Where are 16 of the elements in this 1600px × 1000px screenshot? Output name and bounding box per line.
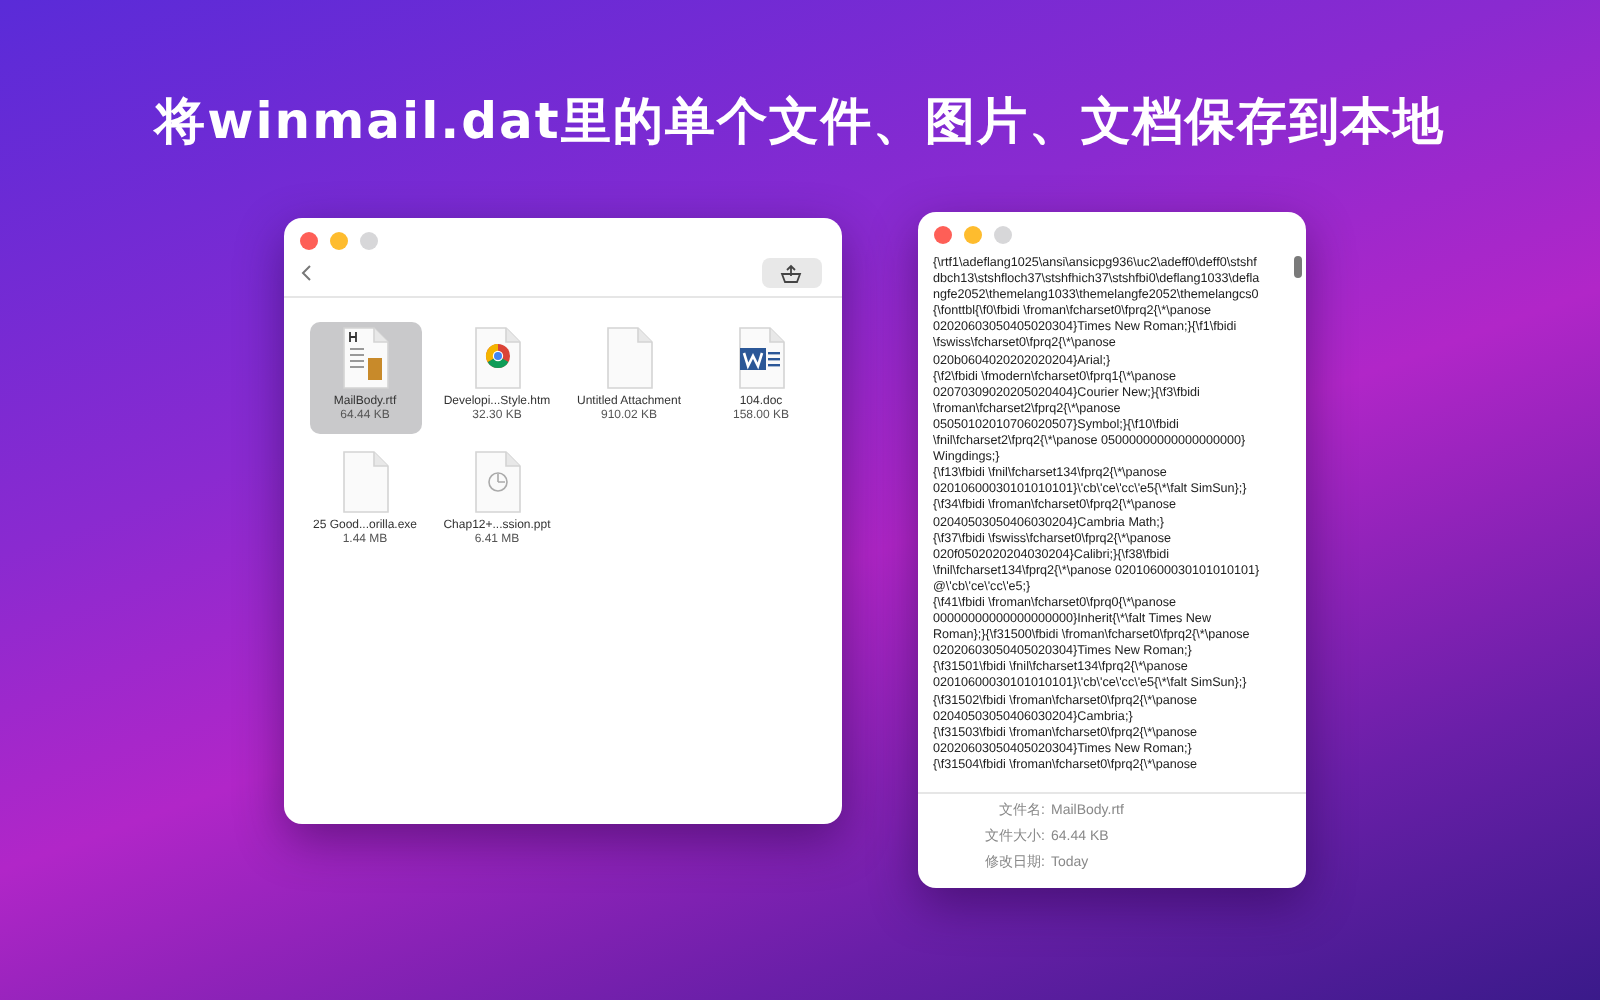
blank-file-icon (341, 450, 389, 514)
scrollbar-thumb[interactable] (1293, 256, 1301, 278)
word-file-icon (737, 326, 785, 390)
headline: 将winmail.dat里的单个文件、图片、文档保存到本地 (155, 90, 1445, 154)
browser-file-icon (473, 326, 521, 390)
close-button[interactable] (933, 226, 951, 244)
back-button[interactable] (299, 264, 311, 282)
close-button[interactable] (299, 232, 317, 250)
chevron-left-icon (299, 264, 311, 282)
blank-file-icon (605, 326, 653, 390)
export-button[interactable] (761, 258, 821, 288)
presentation-file-icon (473, 450, 521, 514)
document-thumbnail-icon (341, 326, 389, 390)
minimize-button[interactable] (329, 232, 347, 250)
minimize-button[interactable] (963, 226, 981, 244)
export-icon (780, 263, 802, 283)
